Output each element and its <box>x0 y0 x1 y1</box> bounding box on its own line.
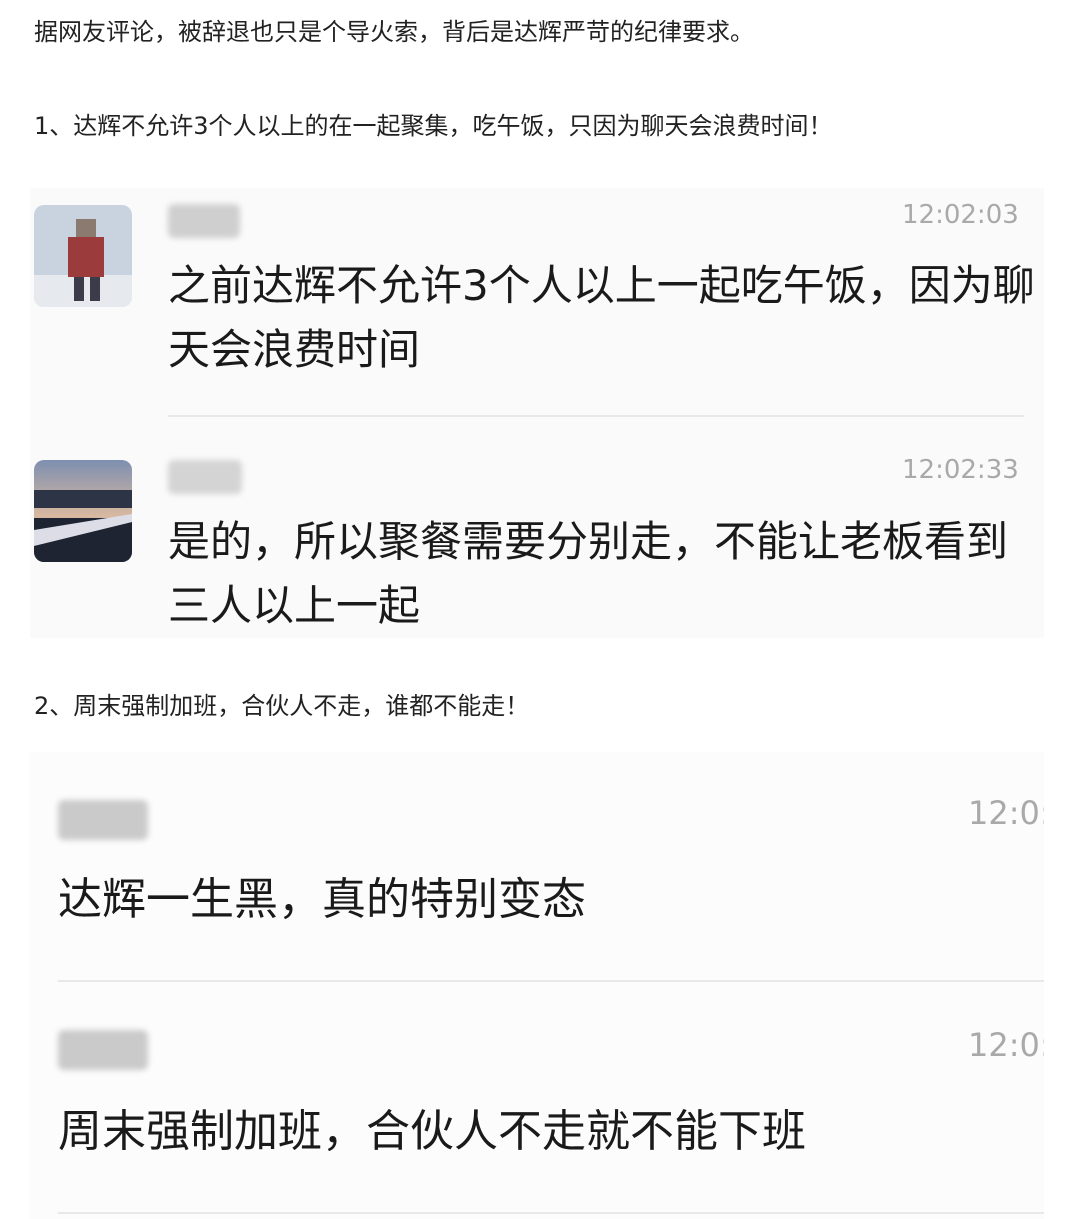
comment-text: 周末强制加班，合伙人不走就不能下班 <box>58 1106 806 1157</box>
comment-time: 12:02:03 <box>902 200 1019 230</box>
blurred-username <box>168 460 242 494</box>
point-1-text: 1、达辉不允许3个人以上的在一起聚集，吃午饭，只因为聊天会浪费时间！ <box>34 112 833 140</box>
point-2-text: 2、周末强制加班，合伙人不走，谁都不能走！ <box>34 692 530 720</box>
blurred-username <box>168 204 240 238</box>
avatar-image-blurred <box>34 205 132 307</box>
avatar <box>34 460 132 562</box>
blurred-username <box>58 800 148 840</box>
blurred-username <box>58 1030 148 1070</box>
comment-text: 之前达辉不允许3个人以上一起吃午饭，因为聊天会浪费时间 <box>168 261 1035 374</box>
comment-divider <box>58 1212 1044 1214</box>
time-clip: 12:0: <box>968 794 1044 838</box>
comment-time: 12:02:33 <box>902 455 1019 485</box>
comment-divider <box>58 980 1044 982</box>
avatar-image-blurred <box>34 460 132 562</box>
comment-time: 12:0: <box>968 794 1044 832</box>
comment-divider <box>168 415 1024 417</box>
time-clip: 12:0: <box>968 1026 1044 1070</box>
comment-text: 达辉一生黑，真的特别变态 <box>58 874 586 925</box>
comment-time: 12:0: <box>968 1026 1044 1064</box>
intro-text: 据网友评论，被辞退也只是个导火索，背后是达辉严苛的纪律要求。 <box>34 18 754 46</box>
avatar <box>34 205 132 307</box>
comment-text: 是的，所以聚餐需要分别走，不能让老板看到三人以上一起 <box>168 517 1009 630</box>
